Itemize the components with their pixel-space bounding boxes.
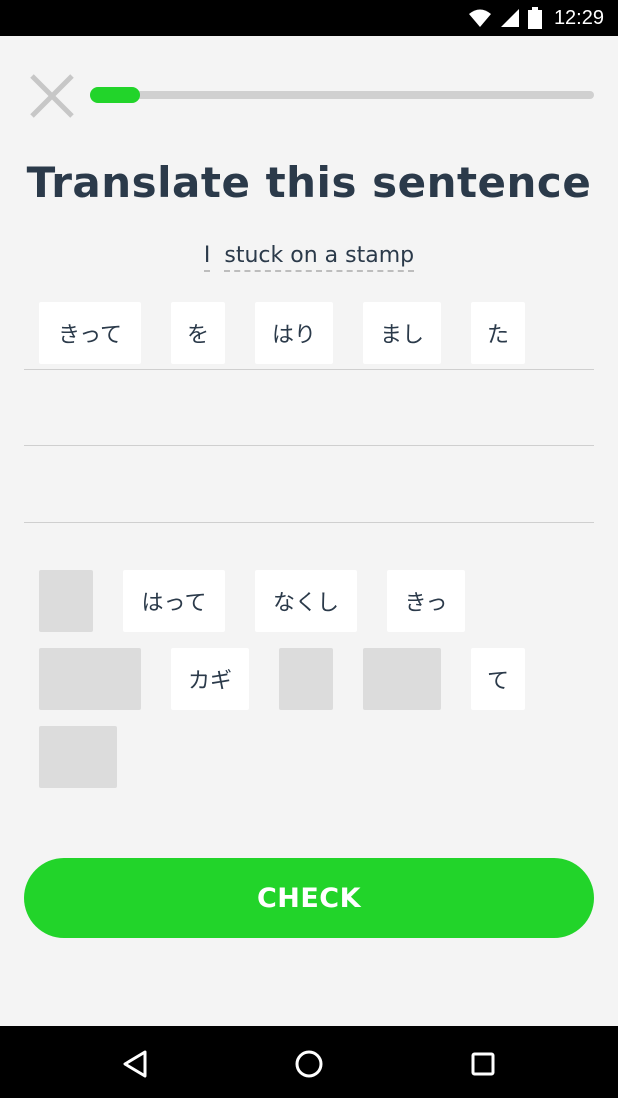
close-icon — [30, 74, 74, 118]
lesson-progress-fill — [90, 87, 140, 103]
back-icon — [123, 1050, 147, 1078]
home-button[interactable] — [289, 1044, 329, 1084]
wifi-icon — [468, 9, 491, 27]
word-bank-slot-empty — [279, 648, 333, 710]
answer-line — [24, 522, 594, 523]
word-bank-slot-empty — [39, 570, 93, 632]
recents-button[interactable] — [463, 1044, 503, 1084]
battery-icon — [527, 7, 542, 29]
answer-tile[interactable]: を — [171, 302, 225, 364]
word-bank-tile[interactable]: なくし — [255, 570, 357, 632]
word-bank-tile[interactable]: きっ — [387, 570, 465, 632]
word-bank-tile[interactable]: カギ — [171, 648, 249, 710]
word-bank-tile[interactable]: て — [471, 648, 525, 710]
status-icons: 12:29 — [468, 0, 604, 36]
word-bank-slot-empty — [39, 726, 117, 788]
answer-tile[interactable]: た — [471, 302, 525, 364]
answer-tile[interactable]: はり — [255, 302, 333, 364]
answer-tile[interactable]: きって — [39, 302, 141, 364]
answer-line — [24, 445, 594, 446]
recents-icon — [471, 1052, 495, 1076]
word-bank-slot-empty — [39, 648, 141, 710]
status-bar: 12:29 — [0, 0, 618, 36]
status-clock: 12:29 — [553, 6, 604, 29]
answer-tile[interactable]: まし — [363, 302, 441, 364]
prompt-sentence: I stuck on a stamp — [0, 243, 618, 272]
system-nav-bar — [0, 1026, 618, 1098]
home-icon — [295, 1050, 323, 1078]
prompt-word[interactable]: stuck on a stamp — [224, 243, 415, 272]
page-title: Translate this sentence — [26, 158, 592, 207]
lesson-progress-bar — [90, 87, 594, 103]
prompt-word[interactable]: I — [203, 243, 211, 272]
word-bank-slot-empty — [363, 648, 441, 710]
close-button[interactable] — [28, 72, 76, 120]
answer-line — [24, 369, 594, 370]
word-bank-tile[interactable]: はって — [123, 570, 225, 632]
check-button[interactable]: CHECK — [24, 858, 594, 938]
back-button[interactable] — [115, 1044, 155, 1084]
signal-icon — [500, 9, 519, 27]
